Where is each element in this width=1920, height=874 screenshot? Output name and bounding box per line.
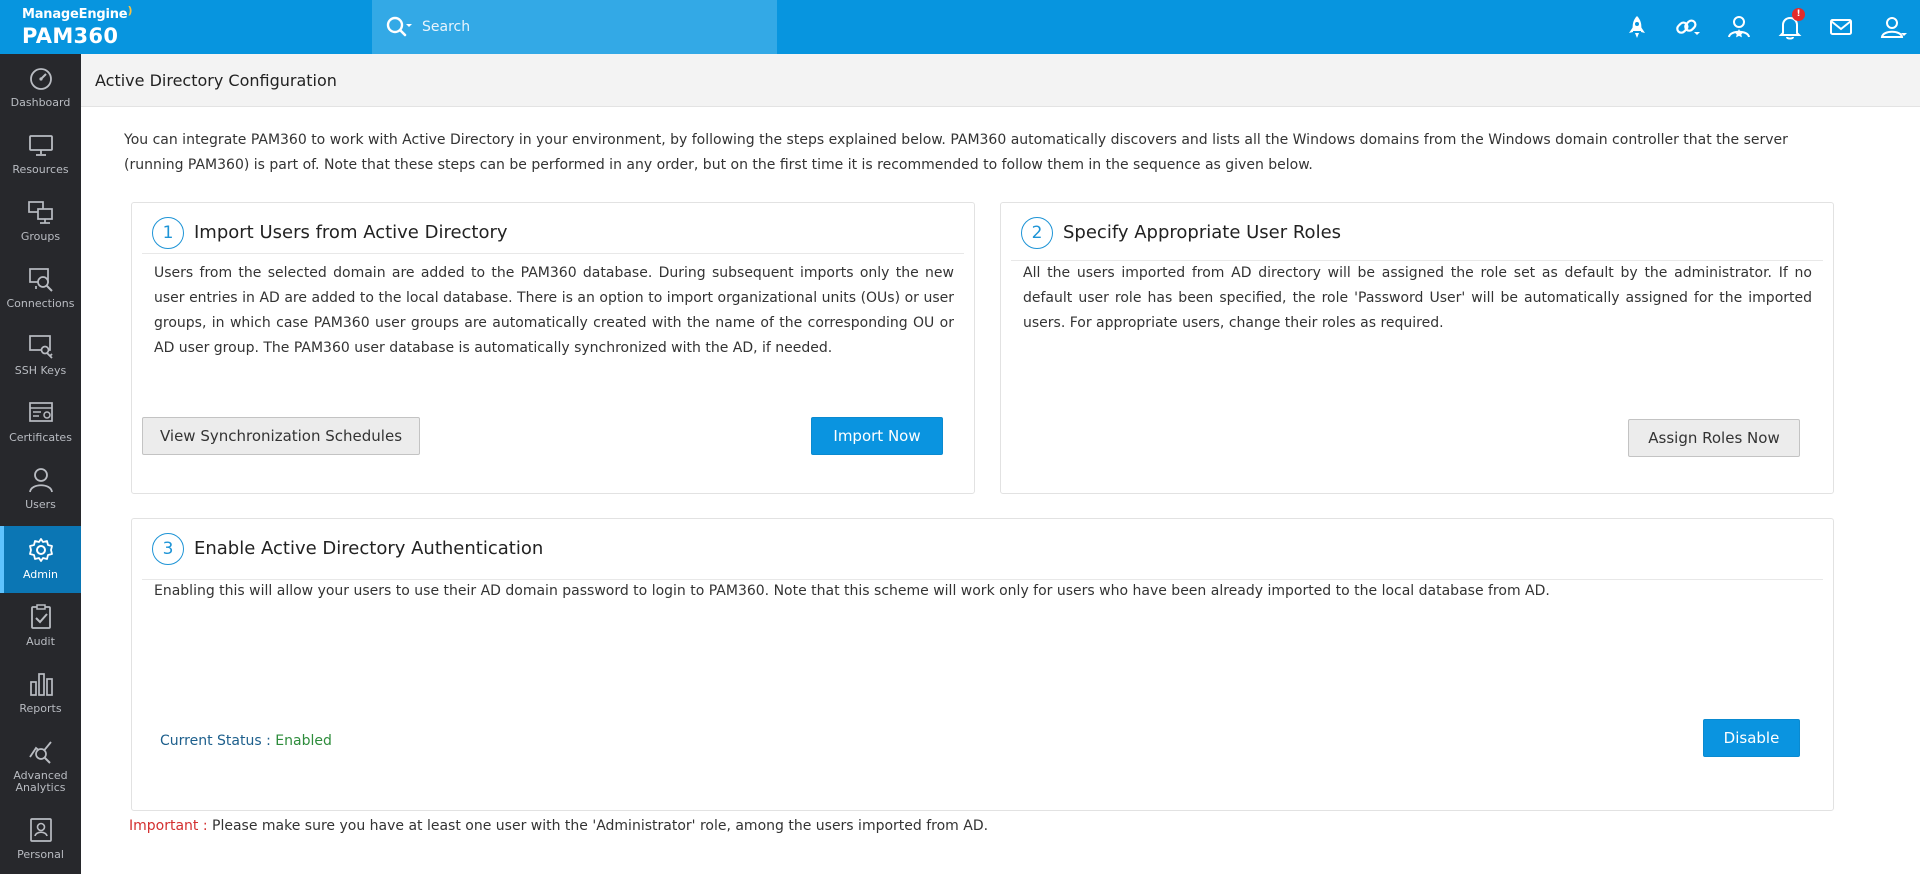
step-description: Users from the selected domain are added… (154, 265, 954, 356)
notification-badge: ! (1792, 8, 1805, 21)
step-title: Specify Appropriate User Roles (1063, 222, 1342, 243)
status-label: Current Status : (160, 733, 276, 749)
product-name: PAM360 (22, 24, 119, 48)
nav-groups[interactable]: Groups (0, 188, 81, 255)
step-title: Enable Active Directory Authentication (194, 538, 544, 559)
important-label: Important : (129, 818, 213, 834)
nav-label: Certificates (9, 431, 72, 444)
nav-label: Audit (26, 635, 55, 648)
view-sync-schedules-button[interactable]: View Synchronization Schedules (142, 417, 420, 455)
current-status: Current Status : Enabled (160, 733, 332, 749)
disable-button[interactable]: Disable (1703, 719, 1800, 757)
nav-resources[interactable]: Resources (0, 121, 81, 188)
step-ad-authentication-panel: 3 Enable Active Directory Authentication… (131, 518, 1834, 811)
step-description: Enabling this will allow your users to u… (154, 583, 1550, 599)
groups-icon (28, 201, 53, 224)
company-name: ManageEngine) (22, 4, 133, 22)
search-icon[interactable] (384, 14, 412, 40)
sidebar: Dashboard Resources Groups Connections S… (0, 54, 81, 874)
user-icon[interactable] (1878, 12, 1908, 42)
monitor-icon (29, 135, 53, 156)
nav-label: Resources (12, 163, 69, 176)
nav-users[interactable]: Users (0, 456, 81, 523)
personal-icon (30, 818, 52, 842)
nav-admin[interactable]: Admin (0, 526, 81, 593)
nav-dashboard[interactable]: Dashboard (0, 54, 81, 121)
step-number: 1 (152, 217, 184, 249)
step-user-roles-panel: 2 Specify Appropriate User Roles All the… (1000, 202, 1834, 494)
users-icon (29, 468, 53, 493)
assign-roles-now-button[interactable]: Assign Roles Now (1628, 419, 1800, 457)
nav-certificates[interactable]: Certificates (0, 389, 81, 456)
nav-audit[interactable]: Audit (0, 593, 81, 660)
audit-icon (31, 604, 51, 629)
certificate-icon (29, 402, 53, 422)
nav-connections[interactable]: Connections (0, 255, 81, 322)
page-header: Active Directory Configuration (81, 54, 1920, 107)
step-import-users-panel: 1 Import Users from Active Directory Use… (131, 202, 975, 494)
nav-label: Advanced Analytics (13, 769, 68, 794)
analytics-icon (29, 741, 52, 764)
nav-reports[interactable]: Reports (0, 660, 81, 727)
ssh-key-icon (29, 335, 53, 359)
nav-advanced-analytics[interactable]: Advanced Analytics (0, 727, 81, 799)
link-icon[interactable] (1672, 12, 1702, 42)
nav-label: Dashboard (10, 96, 71, 109)
top-bar: ManageEngine) PAM360 ! (0, 0, 1920, 54)
gear-icon (29, 538, 53, 562)
nav-label: SSH Keys (14, 364, 67, 377)
important-note: Important : Please make sure you have at… (129, 818, 988, 834)
notifications-button[interactable]: ! (1775, 8, 1805, 42)
nav-label: Connections (6, 297, 75, 310)
nav-label: Reports (19, 702, 62, 715)
divider (142, 253, 964, 254)
status-value: Enabled (275, 733, 332, 749)
reports-icon (30, 673, 53, 696)
step-title: Import Users from Active Directory (194, 222, 508, 243)
nav-label: Groups (20, 230, 61, 243)
dashboard-icon (30, 68, 52, 90)
search-bar[interactable] (372, 0, 777, 54)
user-star-icon[interactable] (1724, 12, 1754, 42)
step-number: 3 (152, 533, 184, 565)
page-title: Active Directory Configuration (95, 71, 337, 90)
mail-icon[interactable] (1826, 12, 1856, 42)
nav-label: Admin (22, 568, 59, 581)
nav-personal[interactable]: Personal (0, 806, 81, 873)
brand-logo[interactable]: ManageEngine) PAM360 (0, 0, 372, 54)
important-text: Please make sure you have at least one u… (212, 818, 989, 834)
intro-text: You can integrate PAM360 to work with Ac… (124, 132, 1788, 173)
step-description: All the users imported from AD directory… (1023, 265, 1812, 331)
nav-ssh-keys[interactable]: SSH Keys (0, 322, 81, 389)
rocket-icon[interactable] (1622, 12, 1652, 42)
search-input[interactable] (422, 15, 752, 39)
connections-icon (29, 268, 53, 292)
nav-label: Personal (17, 848, 64, 861)
nav-label: Users (25, 498, 56, 511)
step-number: 2 (1021, 217, 1053, 249)
import-now-button[interactable]: Import Now (811, 417, 943, 455)
